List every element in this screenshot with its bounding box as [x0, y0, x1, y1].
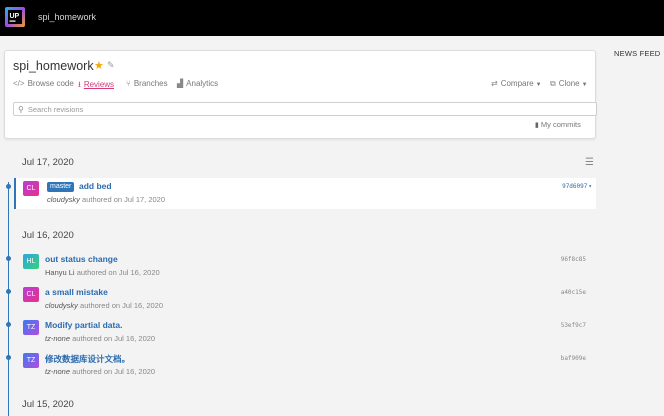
compare-icon: ⇄	[491, 79, 498, 88]
edit-pencil-icon[interactable]: ✎	[107, 60, 115, 71]
copy-icon: ⧉	[550, 79, 556, 88]
timeline-dot	[6, 256, 11, 261]
commit-title[interactable]: add bed	[79, 181, 112, 191]
app-title[interactable]: spi_homework	[38, 12, 96, 22]
compare-dropdown[interactable]: ⇄ Compare ▼	[491, 79, 542, 91]
nav-label: Browse code	[27, 79, 74, 88]
branch-icon: ⑂	[126, 79, 131, 88]
clone-dropdown[interactable]: ⧉ Clone ▼	[550, 79, 588, 91]
clone-label: Clone	[558, 79, 580, 88]
logo-text: UP	[10, 13, 20, 20]
date-header: Jul 16, 2020	[22, 230, 74, 241]
repo-card: spi_homework ★ ✎ </> Browse code ⭳ Reviews…	[4, 50, 597, 139]
compare-label: Compare	[500, 79, 534, 88]
commit-meta: tz-none authored on Jul 16, 2020	[45, 334, 155, 343]
nav-branches[interactable]: ⑂ Branches	[126, 79, 168, 91]
hamburger-menu-icon[interactable]: ☰	[585, 157, 594, 168]
commit-author[interactable]: Hanyu Li	[45, 268, 75, 277]
commit-title[interactable]: 修改数据库设计文档。	[45, 353, 130, 365]
chevron-down-icon: ▼	[581, 82, 588, 88]
hash-text: 97d6097	[562, 183, 588, 190]
commit-hash[interactable]: 53ef9c7	[561, 322, 586, 329]
timeline-dot	[6, 289, 11, 294]
chart-icon: ▟	[177, 79, 184, 88]
repo-name: spi_homework	[13, 59, 94, 73]
timeline-dot	[6, 184, 11, 189]
nav-browse-code[interactable]: </> Browse code	[13, 79, 74, 91]
nav-analytics[interactable]: ▟ Analytics	[177, 79, 218, 91]
commit-row[interactable]: TZ Modify partial data. tz-none authored…	[14, 317, 596, 348]
commit-author[interactable]: tz-none	[45, 367, 70, 376]
nav-label: Branches	[133, 79, 168, 88]
commit-row[interactable]: CL a small mistake cloudysky authored on…	[14, 284, 596, 315]
avatar: HL	[23, 254, 39, 269]
commit-author[interactable]: cloudysky	[47, 195, 80, 204]
chevron-down-icon: ▾	[588, 183, 592, 190]
commit-hash[interactable]: 97d6097▾	[562, 183, 592, 190]
upsource-logo-icon[interactable]: UP	[5, 7, 25, 27]
top-bar: UP spi_homework	[0, 0, 664, 36]
commit-meta: tz-none authored on Jul 16, 2020	[45, 367, 155, 376]
commit-author[interactable]: tz-none	[45, 334, 70, 343]
commit-row[interactable]: CL master add bed cloudysky authored on …	[14, 178, 596, 209]
commit-date: authored on Jul 16, 2020	[76, 268, 160, 277]
search-box[interactable]: ⚲	[13, 102, 597, 116]
date-header: Jul 17, 2020	[22, 157, 74, 168]
avatar: TZ	[23, 353, 39, 368]
commit-row[interactable]: HL out status change Hanyu Li authored o…	[14, 251, 596, 282]
news-feed-label[interactable]: NEWS FEED	[614, 49, 660, 58]
commit-title[interactable]: a small mistake	[45, 287, 108, 297]
commit-title[interactable]: out status change	[45, 254, 118, 264]
commit-date: authored on Jul 16, 2020	[72, 334, 156, 343]
commit-title[interactable]: Modify partial data.	[45, 320, 122, 330]
star-icon[interactable]: ★	[94, 59, 104, 72]
my-commits-label: My commits	[540, 120, 581, 129]
my-commits-button[interactable]: ▮ My commits	[535, 120, 581, 129]
nav-label: Analytics	[186, 79, 219, 88]
nav-label: Reviews	[83, 80, 115, 89]
nav-reviews[interactable]: ⭳ Reviews	[78, 79, 114, 91]
commit-meta: cloudysky authored on Jul 16, 2020	[45, 301, 163, 310]
bookmark-icon: ▮	[535, 122, 539, 129]
commit-date: authored on Jul 16, 2020	[80, 301, 164, 310]
avatar: TZ	[23, 320, 39, 335]
chevron-down-icon: ▼	[535, 82, 542, 88]
search-icon: ⚲	[18, 104, 24, 114]
commit-hash[interactable]: a40c15e	[561, 289, 586, 296]
avatar: CL	[23, 287, 39, 302]
search-input[interactable]	[27, 104, 568, 114]
code-icon: </>	[13, 79, 25, 88]
commit-author[interactable]: cloudysky	[45, 301, 78, 310]
commit-meta: cloudysky authored on Jul 17, 2020	[47, 195, 165, 204]
commit-hash[interactable]: 96f8c85	[561, 256, 586, 263]
date-header: Jul 15, 2020	[22, 399, 74, 410]
branch-badge[interactable]: master	[47, 182, 75, 192]
timeline-line	[8, 182, 9, 416]
avatar: CL	[23, 181, 39, 196]
commit-row[interactable]: TZ 修改数据库设计文档。 tz-none authored on Jul 16…	[14, 350, 596, 381]
commit-date: authored on Jul 17, 2020	[82, 195, 166, 204]
download-icon: ⭳	[78, 80, 81, 89]
commit-date: authored on Jul 16, 2020	[72, 367, 156, 376]
timeline-dot	[6, 355, 11, 360]
commit-meta: Hanyu Li authored on Jul 16, 2020	[45, 268, 160, 277]
timeline-dot	[6, 322, 11, 327]
commit-hash[interactable]: baf909e	[561, 355, 586, 362]
